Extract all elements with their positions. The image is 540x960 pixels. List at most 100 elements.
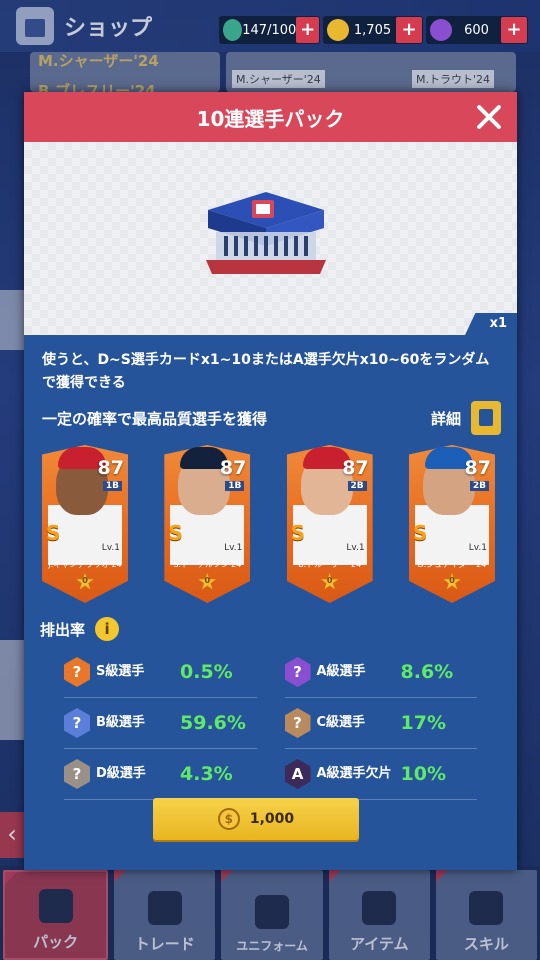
close-icon[interactable]	[475, 103, 503, 131]
rate-value: 10%	[400, 763, 446, 785]
mystery-card-icon: ?	[64, 708, 90, 738]
player-level: Lv.1	[101, 543, 120, 553]
stamina-counter: 147/100 +	[219, 16, 320, 44]
new-badge	[328, 870, 341, 882]
skill-icon	[469, 891, 504, 925]
rate-label: C級選手	[316, 715, 366, 730]
mystery-card-icon: ?	[284, 708, 311, 738]
nav-skill[interactable]: スキル	[435, 870, 538, 960]
player-rank: S	[290, 521, 306, 545]
coin-icon: $	[217, 808, 240, 830]
player-ovr: 87	[97, 457, 124, 479]
gem-counter: 600 +	[426, 16, 528, 44]
star-count: 0	[449, 576, 455, 585]
star-count: 0	[82, 576, 88, 585]
modal-header: 10連選手パック	[24, 92, 517, 142]
player-ovr: 87	[464, 457, 491, 479]
star-count: 0	[204, 576, 211, 585]
mystery-card-icon: ?	[64, 657, 90, 687]
nav-label: パック	[33, 933, 79, 951]
player-position: 1B	[102, 481, 122, 491]
player-card[interactable]: 87 2B S Lv.1 D.シュナイダー'24 0	[408, 445, 495, 603]
player-name: B.ドルーリー '24	[298, 560, 362, 569]
nav-label: トレード	[134, 935, 195, 953]
pack-icon	[38, 889, 73, 923]
add-stamina-button[interactable]: +	[296, 17, 319, 43]
drop-rate-table: ? S級選手 0.5% ? A級選手 8.6% ? B級選手 59.6% ? C…	[24, 643, 517, 800]
quantity-tag: x1	[465, 313, 517, 335]
detail-button[interactable]	[471, 401, 501, 435]
player-shard-icon: A	[284, 759, 311, 789]
rate-label: S級選手	[96, 664, 145, 679]
add-gems-button[interactable]: +	[501, 17, 527, 43]
player-position: 2B	[469, 481, 489, 491]
coin-icon	[327, 19, 349, 41]
coin-value: 1,705	[353, 22, 392, 38]
pack-description: 使うと、D~S選手カードx1~10またはA選手欠片x10~60をランダムで獲得で…	[42, 352, 490, 391]
star-count: 0	[326, 576, 333, 585]
player-card[interactable]: 87 2B S Lv.1 B.ドルーリー '24 0	[286, 445, 373, 603]
guarantee-text: 一定の確率で最高品質選手を獲得	[42, 409, 268, 428]
nav-trade[interactable]: トレード	[114, 870, 216, 960]
rate-value: 17%	[400, 712, 446, 734]
nav-label: ユニフォーム	[236, 939, 308, 953]
rate-value: 0.5%	[180, 661, 233, 683]
nav-label: アイテム	[349, 935, 409, 953]
new-badge	[114, 870, 127, 882]
player-level: Lv.1	[346, 543, 365, 553]
info-icon[interactable]: i	[95, 617, 120, 641]
buy-pack-button[interactable]: $ 1,000	[153, 798, 359, 840]
pack-preview: x1	[24, 142, 517, 335]
player-name: S.トーケルソン'24	[173, 560, 242, 569]
add-coins-button[interactable]: +	[396, 17, 422, 43]
player-ovr: 87	[342, 457, 369, 479]
gem-value: 600	[464, 22, 489, 38]
rate-row: ? A級選手 8.6%	[284, 647, 477, 698]
player-card[interactable]: 87 1B S Lv.1 S.トーケルソン'24 0	[164, 445, 251, 603]
player-name: J.キャンデラリオ'24	[48, 560, 122, 569]
drop-rate-header: 排出率 i	[24, 603, 517, 643]
player-ovr: 87	[219, 457, 247, 479]
detail-label: 詳細	[430, 409, 461, 428]
rate-row: ? B級選手 59.6%	[64, 698, 257, 749]
player-position: 1B	[225, 481, 245, 491]
rate-label: D級選手	[96, 766, 146, 781]
stamina-value: 147/100	[242, 22, 297, 38]
shop-bag-icon	[16, 7, 54, 45]
player-rank: S	[46, 521, 61, 545]
page-title: ショップ	[64, 16, 153, 41]
drop-rate-title: 排出率	[40, 620, 86, 639]
nav-item[interactable]: アイテム	[328, 870, 430, 960]
rate-value: 8.6%	[400, 661, 454, 683]
prev-arrow-button[interactable]: ‹	[0, 812, 24, 858]
bg-strip	[0, 290, 24, 350]
new-badge	[5, 872, 17, 884]
bottom-nav: パック トレード ユニフォーム アイテム スキル	[0, 866, 540, 960]
player-level: Lv.1	[224, 543, 243, 553]
rate-label: A級選手欠片	[316, 766, 392, 781]
rate-row: ? S級選手 0.5%	[64, 647, 257, 698]
nav-uniform[interactable]: ユニフォーム	[221, 870, 323, 960]
bg-player-name: M.シャーザー'24	[232, 70, 325, 88]
coin-counter: 1,705 +	[323, 16, 423, 44]
new-badge	[435, 870, 448, 882]
rate-row: ? D級選手 4.3%	[64, 749, 257, 800]
item-bag-icon	[362, 891, 397, 925]
rate-value: 4.3%	[180, 763, 233, 785]
bg-player-name: M.シャーザー'24	[38, 52, 159, 70]
player-level: Lv.1	[468, 543, 487, 553]
player-card[interactable]: 87 1B S Lv.1 J.キャンデラリオ'24 0	[42, 445, 128, 603]
pack-detail-modal: 10連選手パック x1 使うと、D~S選手カードx1~10またはA選手欠片x10…	[24, 92, 517, 870]
nav-pack[interactable]: パック	[3, 870, 109, 960]
nav-label: スキル	[463, 935, 509, 953]
bg-strip	[0, 640, 24, 740]
trade-icon	[147, 891, 182, 925]
player-rank: S	[168, 521, 183, 545]
new-badge	[221, 870, 234, 882]
featured-players: 87 1B S Lv.1 J.キャンデラリオ'24 0 87 1B S Lv.1…	[24, 435, 517, 603]
mystery-card-icon: ?	[64, 759, 90, 789]
stamina-icon	[223, 19, 243, 41]
rate-value: 59.6%	[180, 712, 246, 734]
rate-row: A A級選手欠片 10%	[284, 749, 477, 800]
guarantee-row: 一定の確率で最高品質選手を獲得 詳細	[24, 395, 517, 435]
